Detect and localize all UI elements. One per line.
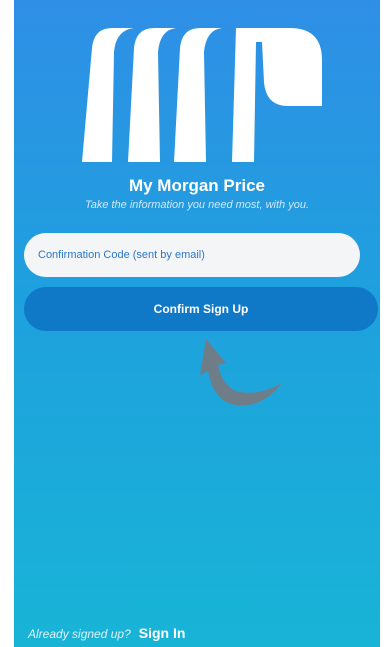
app-tagline: Take the information you need most, with… xyxy=(85,199,309,211)
confirmation-code-input[interactable] xyxy=(24,233,360,277)
already-signed-up-text: Already signed up? xyxy=(28,627,131,641)
footer: Already signed up? Sign In xyxy=(28,625,185,645)
mp-logo xyxy=(82,28,322,162)
sign-in-link[interactable]: Sign In xyxy=(139,625,186,641)
curved-arrow-icon xyxy=(200,339,282,406)
app-title: My Morgan Price xyxy=(128,176,266,195)
signup-confirm-screen: My Morgan Price Take the information you… xyxy=(14,0,380,647)
confirm-sign-up-button[interactable]: Confirm Sign Up xyxy=(24,287,378,331)
